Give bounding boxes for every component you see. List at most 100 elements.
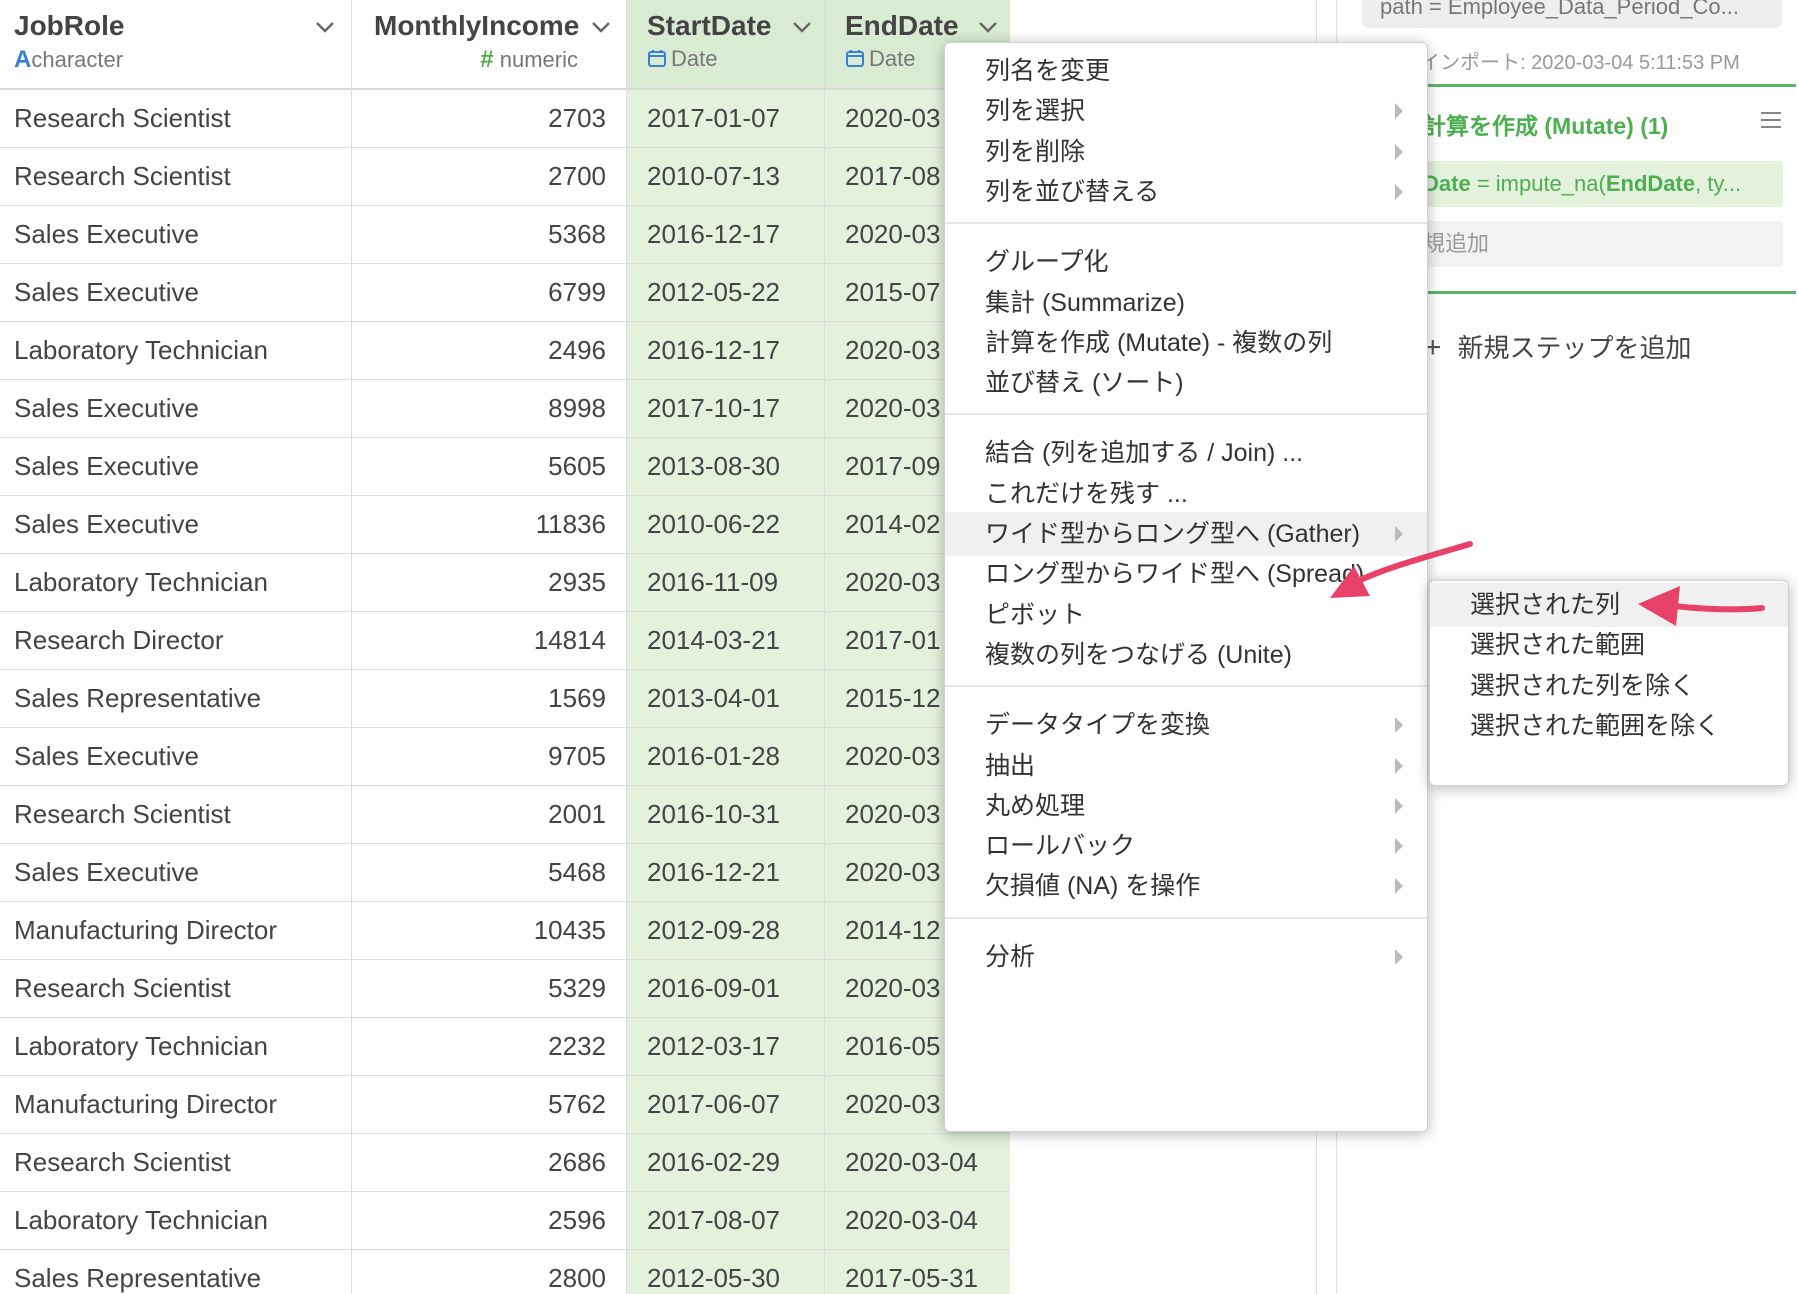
cell-enddate[interactable]: 2017-05-31 bbox=[825, 1250, 1010, 1294]
menu-item[interactable]: 集計 (Summarize) bbox=[945, 281, 1427, 325]
chevron-down-icon[interactable] bbox=[588, 14, 614, 40]
cell-jobrole[interactable]: Research Scientist bbox=[0, 90, 352, 147]
cell-startdate[interactable]: 2012-09-28 bbox=[627, 902, 825, 959]
cell-jobrole[interactable]: Sales Executive bbox=[0, 844, 352, 901]
cell-jobrole[interactable]: Manufacturing Director bbox=[0, 1076, 352, 1133]
chevron-down-icon[interactable] bbox=[312, 14, 338, 40]
column-header-monthlyincome[interactable]: MonthlyIncome # numeric bbox=[352, 0, 627, 88]
cell-monthlyincome[interactable]: 2686 bbox=[352, 1134, 627, 1191]
table-row[interactable]: Research Scientist 2001 2016-10-31 2020-03 bbox=[0, 786, 1010, 844]
cell-startdate[interactable]: 2017-10-17 bbox=[627, 380, 825, 437]
table-row[interactable]: Sales Representative 1569 2013-04-01 2015-1… bbox=[0, 670, 1010, 728]
submenu-item[interactable]: 選択された範囲 bbox=[1430, 623, 1788, 667]
cell-jobrole[interactable]: Research Scientist bbox=[0, 148, 352, 205]
cell-jobrole[interactable]: Manufacturing Director bbox=[0, 902, 352, 959]
menu-item[interactable]: 列を削除 bbox=[945, 130, 1427, 174]
table-row[interactable]: Research Scientist 2686 2016-02-29 2020-03-… bbox=[0, 1134, 1010, 1192]
cell-startdate[interactable]: 2012-05-22 bbox=[627, 264, 825, 321]
cell-monthlyincome[interactable]: 5329 bbox=[352, 960, 627, 1017]
cell-startdate[interactable]: 2017-08-07 bbox=[627, 1192, 825, 1249]
menu-item[interactable]: 並び替え (ソート) bbox=[945, 361, 1427, 405]
table-row[interactable]: Laboratory Technician 2496 2016-12-17 2020-… bbox=[0, 322, 1010, 380]
cell-jobrole[interactable]: Laboratory Technician bbox=[0, 554, 352, 611]
menu-item[interactable]: これだけを残す ... bbox=[945, 472, 1427, 516]
mutate-step-card[interactable]: 計算を作成 (Mutate) (1) Date = impute_na(EndD… bbox=[1380, 84, 1796, 294]
table-row[interactable]: Research Scientist 2703 2017-01-07 2020-03 bbox=[0, 90, 1010, 148]
menu-item[interactable]: 列を選択 bbox=[945, 89, 1427, 133]
cell-monthlyincome[interactable]: 5605 bbox=[352, 438, 627, 495]
menu-item[interactable]: 分析 bbox=[945, 935, 1427, 979]
table-row[interactable]: Laboratory Technician 2935 2016-11-09 2020-… bbox=[0, 554, 1010, 612]
cell-startdate[interactable]: 2012-03-17 bbox=[627, 1018, 825, 1075]
table-row[interactable]: Research Scientist 5329 2016-09-01 2020-03 bbox=[0, 960, 1010, 1018]
cell-startdate[interactable]: 2016-12-21 bbox=[627, 844, 825, 901]
cell-startdate[interactable]: 2013-08-30 bbox=[627, 438, 825, 495]
cell-monthlyincome[interactable]: 5468 bbox=[352, 844, 627, 901]
table-row[interactable]: Sales Representative 2800 2012-05-30 2017-0… bbox=[0, 1250, 1010, 1294]
cell-startdate[interactable]: 2017-06-07 bbox=[627, 1076, 825, 1133]
chevron-down-icon[interactable] bbox=[789, 14, 815, 40]
cell-monthlyincome[interactable]: 2001 bbox=[352, 786, 627, 843]
cell-monthlyincome[interactable]: 8998 bbox=[352, 380, 627, 437]
cell-startdate[interactable]: 2016-01-28 bbox=[627, 728, 825, 785]
cell-monthlyincome[interactable]: 2935 bbox=[352, 554, 627, 611]
menu-item[interactable]: 列名を変更 bbox=[945, 49, 1427, 93]
cell-jobrole[interactable]: Sales Executive bbox=[0, 496, 352, 553]
cell-monthlyincome[interactable]: 14814 bbox=[352, 612, 627, 669]
cell-jobrole[interactable]: Research Scientist bbox=[0, 960, 352, 1017]
hamburger-menu-icon[interactable] bbox=[1760, 111, 1782, 129]
cell-monthlyincome[interactable]: 2700 bbox=[352, 148, 627, 205]
column-header-startdate[interactable]: StartDate Date bbox=[627, 0, 825, 88]
cell-jobrole[interactable]: Research Director bbox=[0, 612, 352, 669]
cell-jobrole[interactable]: Laboratory Technician bbox=[0, 1192, 352, 1249]
cell-jobrole[interactable]: Sales Executive bbox=[0, 206, 352, 263]
cell-enddate[interactable]: 2020-03-04 bbox=[825, 1192, 1010, 1249]
column-header-jobrole[interactable]: JobRole Acharacter bbox=[0, 0, 352, 88]
menu-item[interactable]: 丸め処理 bbox=[945, 784, 1427, 828]
cell-monthlyincome[interactable]: 2703 bbox=[352, 90, 627, 147]
submenu-item[interactable]: 選択された列を除く bbox=[1430, 664, 1788, 708]
menu-item[interactable]: グループ化 bbox=[945, 240, 1427, 284]
cell-jobrole[interactable]: Sales Representative bbox=[0, 670, 352, 727]
cell-monthlyincome[interactable]: 2496 bbox=[352, 322, 627, 379]
cell-enddate[interactable]: 2020-03-04 bbox=[825, 1134, 1010, 1191]
menu-item[interactable]: 抽出 bbox=[945, 744, 1427, 788]
cell-startdate[interactable]: 2016-12-17 bbox=[627, 206, 825, 263]
cell-startdate[interactable]: 2010-07-13 bbox=[627, 148, 825, 205]
cell-jobrole[interactable]: Laboratory Technician bbox=[0, 1018, 352, 1075]
add-step-button[interactable]: + 新規ステップを追加 bbox=[1424, 328, 1692, 365]
cell-startdate[interactable]: 2016-10-31 bbox=[627, 786, 825, 843]
cell-monthlyincome[interactable]: 5762 bbox=[352, 1076, 627, 1133]
submenu-item[interactable]: 選択された範囲を除く bbox=[1430, 704, 1788, 748]
cell-monthlyincome[interactable]: 10435 bbox=[352, 902, 627, 959]
cell-monthlyincome[interactable]: 11836 bbox=[352, 496, 627, 553]
cell-startdate[interactable]: 2012-05-30 bbox=[627, 1250, 825, 1294]
menu-item[interactable]: データタイプを変換 bbox=[945, 703, 1427, 747]
menu-item[interactable]: 計算を作成 (Mutate) - 複数の列 bbox=[945, 321, 1427, 365]
cell-jobrole[interactable]: Sales Executive bbox=[0, 728, 352, 785]
cell-jobrole[interactable]: Sales Executive bbox=[0, 264, 352, 321]
table-row[interactable]: Sales Executive 5368 2016-12-17 2020-03 bbox=[0, 206, 1010, 264]
table-row[interactable]: Laboratory Technician 2232 2012-03-17 2016-… bbox=[0, 1018, 1010, 1076]
table-row[interactable]: Sales Executive 5605 2013-08-30 2017-09 bbox=[0, 438, 1010, 496]
table-row[interactable]: Manufacturing Director 5762 2017-06-07 2020… bbox=[0, 1076, 1010, 1134]
menu-item[interactable]: 列を並び替える bbox=[945, 170, 1427, 214]
cell-jobrole[interactable]: Sales Representative bbox=[0, 1250, 352, 1294]
table-row[interactable]: Sales Executive 9705 2016-01-28 2020-03 bbox=[0, 728, 1010, 786]
cell-monthlyincome[interactable]: 6799 bbox=[352, 264, 627, 321]
submenu-item[interactable]: 選択された列 bbox=[1430, 583, 1788, 627]
cell-monthlyincome[interactable]: 2596 bbox=[352, 1192, 627, 1249]
menu-item[interactable]: 欠損値 (NA) を操作 bbox=[945, 864, 1427, 908]
table-row[interactable]: Sales Executive 6799 2012-05-22 2015-07 bbox=[0, 264, 1010, 322]
cell-startdate[interactable]: 2016-02-29 bbox=[627, 1134, 825, 1191]
cell-jobrole[interactable]: Laboratory Technician bbox=[0, 322, 352, 379]
cell-startdate[interactable]: 2016-12-17 bbox=[627, 322, 825, 379]
menu-item[interactable]: ワイド型からロング型へ (Gather) bbox=[945, 512, 1427, 556]
menu-item[interactable]: 複数の列をつなげる (Unite) bbox=[945, 633, 1427, 677]
cell-startdate[interactable]: 2010-06-22 bbox=[627, 496, 825, 553]
cell-jobrole[interactable]: Research Scientist bbox=[0, 1134, 352, 1191]
cell-startdate[interactable]: 2016-11-09 bbox=[627, 554, 825, 611]
cell-monthlyincome[interactable]: 1569 bbox=[352, 670, 627, 727]
mutate-add-new[interactable]: 規追加 bbox=[1403, 221, 1783, 267]
table-row[interactable]: Sales Executive 5468 2016-12-21 2020-03 bbox=[0, 844, 1010, 902]
